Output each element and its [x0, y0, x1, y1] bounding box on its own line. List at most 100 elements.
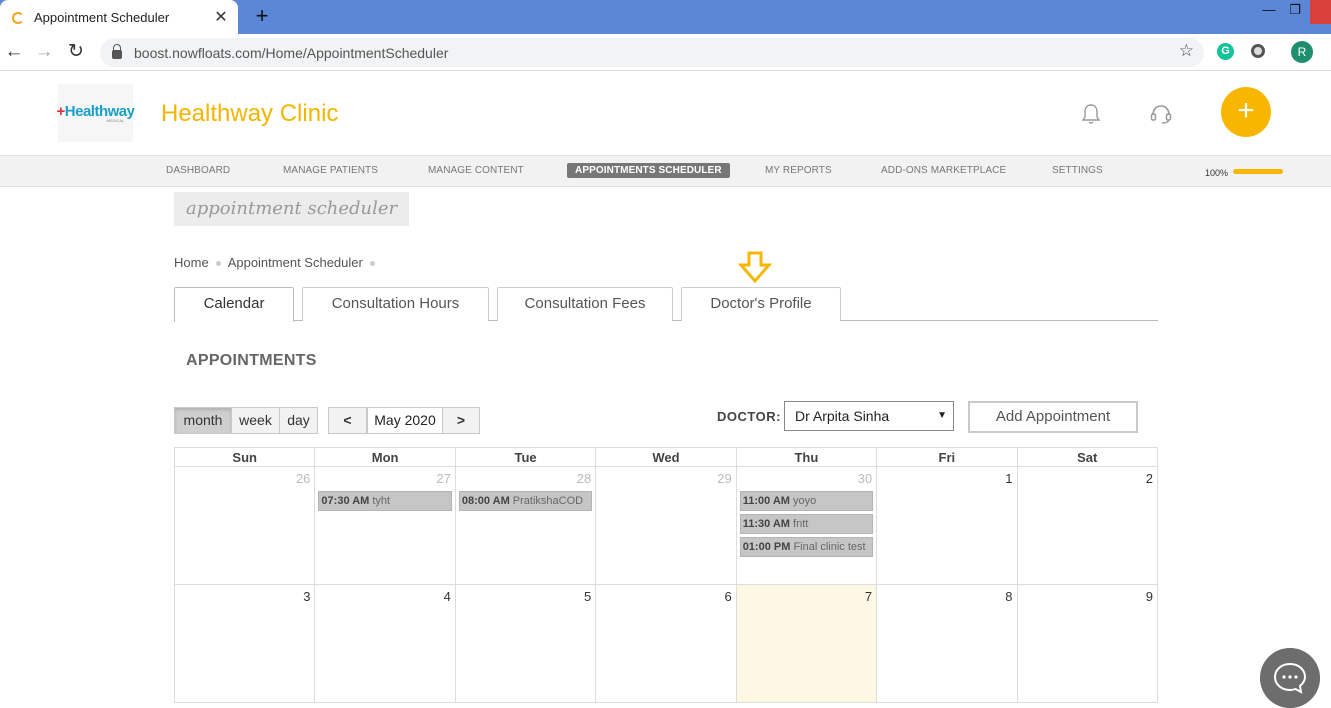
clinic-name: Healthway Clinic	[161, 100, 339, 127]
view-day-button[interactable]: day	[279, 407, 318, 434]
calendar-day[interactable]: 27 07:30 AM tyht	[315, 467, 456, 585]
calendar-day[interactable]: 30 11:00 AM yoyo 11:30 AM fntt 01:00 PM Fin…	[736, 467, 878, 585]
nav-manage-patients[interactable]: MANAGE PATIENTS	[283, 165, 378, 176]
nav-my-reports[interactable]: MY REPORTS	[765, 165, 832, 176]
breadcrumb-separator	[369, 261, 375, 266]
calendar-day[interactable]: 28 08:00 AM PratikshaCOD	[455, 467, 597, 585]
appointment-event[interactable]: 11:00 AM yoyo	[739, 491, 874, 511]
back-arrow-icon[interactable]: ←	[2, 39, 26, 65]
event-title: Final clinic test	[793, 541, 866, 553]
page-title: appointment scheduler	[174, 192, 410, 226]
breadcrumb-separator	[215, 261, 221, 266]
appointment-event[interactable]: 01:00 PM Final clinic test	[739, 537, 874, 557]
calendar-day[interactable]: 6	[596, 585, 737, 703]
down-arrow-icon	[737, 251, 773, 284]
nav-dashboard[interactable]: DASHBOARD	[166, 165, 230, 176]
close-tab-icon[interactable]: ✕	[210, 7, 232, 27]
add-appointment-button[interactable]: Add Appointment	[968, 401, 1138, 433]
calendar-week: 26 27 07:30 AM tyht 28 08:00 AM PratikshaCOD…	[174, 467, 1158, 585]
event-title: PratikshaCOD	[512, 495, 584, 507]
url-text: boost.nowfloats.com/Home/AppointmentSche…	[134, 44, 449, 61]
site-favicon-icon	[12, 11, 24, 24]
dropdown-caret-icon: ▼	[937, 410, 947, 421]
event-time: 11:00 AM	[742, 495, 790, 507]
calendar-day[interactable]: 8	[877, 585, 1018, 703]
main-nav: DASHBOARD MANAGE PATIENTS MANAGE CONTENT…	[0, 155, 1331, 187]
weekday-tue: Tue	[455, 448, 597, 467]
day-number: 3	[303, 589, 311, 604]
close-window-icon[interactable]	[1310, 0, 1331, 24]
nav-addons-marketplace[interactable]: ADD-ONS MARKETPLACE	[881, 165, 1006, 176]
calendar-day[interactable]: 2	[1017, 467, 1158, 585]
calendar-day[interactable]: 29	[596, 467, 737, 585]
day-number: 9	[1145, 589, 1153, 604]
appointment-event[interactable]: 08:00 AM PratikshaCOD	[458, 491, 593, 511]
url-field[interactable]: boost.nowfloats.com/Home/AppointmentSche…	[100, 38, 1204, 67]
tab-consultation-hours[interactable]: Consultation Hours	[302, 287, 489, 321]
doctor-select-value: Dr Arpita Sinha	[795, 408, 890, 424]
calendar-weekday-header: Sun Mon Tue Wed Thu Fri Sat	[174, 447, 1158, 467]
day-number: 27	[436, 471, 451, 486]
breadcrumb-current[interactable]: Appointment Scheduler	[228, 255, 363, 270]
weekday-wed: Wed	[596, 448, 737, 467]
next-month-button[interactable]: >	[442, 407, 480, 434]
day-number: 2	[1145, 471, 1153, 486]
doctor-label: DOCTOR:	[717, 409, 781, 424]
view-week-button[interactable]: week	[231, 407, 280, 434]
nav-manage-content[interactable]: MANAGE CONTENT	[428, 165, 524, 176]
browser-tab[interactable]: Appointment Scheduler ✕	[0, 0, 238, 34]
profile-progress-fill	[1233, 169, 1283, 174]
nav-appointments-scheduler[interactable]: APPOINTMENTS SCHEDULER	[567, 163, 730, 178]
reload-icon[interactable]: ↻	[64, 39, 88, 65]
breadcrumb-home[interactable]: Home	[174, 255, 209, 270]
restore-window-icon[interactable]: ❐	[1284, 0, 1306, 24]
calendar-day[interactable]: 3	[175, 585, 316, 703]
new-tab-button[interactable]: +	[250, 3, 274, 29]
bookmark-star-icon[interactable]: ☆	[1179, 41, 1194, 61]
extension-icon[interactable]	[1251, 44, 1265, 58]
day-number: 8	[1005, 589, 1013, 604]
nav-settings[interactable]: SETTINGS	[1052, 165, 1103, 176]
calendar-day[interactable]: 4	[315, 585, 456, 703]
view-month-button[interactable]: month	[174, 407, 232, 434]
profile-avatar[interactable]: R	[1291, 41, 1313, 63]
event-title: tyht	[372, 495, 391, 507]
weekday-sun: Sun	[175, 448, 316, 467]
weekday-sat: Sat	[1017, 448, 1158, 467]
chat-widget-icon[interactable]	[1260, 648, 1320, 708]
logo-subtext: MEDICAL	[106, 118, 125, 123]
weekday-thu: Thu	[736, 448, 878, 467]
event-time: 08:00 AM	[461, 495, 510, 507]
day-number: 1	[1005, 471, 1013, 486]
day-number: 6	[724, 589, 732, 604]
grammarly-extension-icon[interactable]: G	[1217, 43, 1234, 60]
doctor-select[interactable]: Dr Arpita Sinha ▼	[784, 401, 954, 431]
profile-progress-label: 100%	[1205, 168, 1229, 178]
calendar-day[interactable]: 5	[455, 585, 597, 703]
appointment-event[interactable]: 11:30 AM fntt	[739, 514, 874, 534]
prev-month-button[interactable]: <	[328, 407, 367, 434]
calendar-day[interactable]: 1	[877, 467, 1018, 585]
tab-calendar[interactable]: Calendar	[174, 287, 294, 322]
profile-progress-bar	[1233, 169, 1283, 174]
event-time: 01:00 PM	[742, 541, 791, 553]
quick-add-button[interactable]: +	[1221, 87, 1271, 137]
minimize-icon[interactable]: —	[1258, 0, 1280, 24]
calendar-day[interactable]: 9	[1017, 585, 1158, 703]
notification-bell-icon[interactable]	[1081, 103, 1101, 125]
weekday-mon: Mon	[315, 448, 456, 467]
calendar-day-today[interactable]: 7	[736, 585, 878, 703]
tab-consultation-fees[interactable]: Consultation Fees	[497, 287, 673, 321]
calendar-day[interactable]: 26	[175, 467, 316, 585]
tab-doctors-profile[interactable]: Doctor's Profile	[681, 287, 841, 321]
day-number: 4	[443, 589, 451, 604]
day-number: 29	[717, 471, 732, 486]
support-headset-icon[interactable]	[1149, 102, 1173, 126]
day-number: 30	[857, 471, 873, 486]
clinic-logo[interactable]: +Healthway MEDICAL	[57, 84, 135, 142]
weekday-fri: Fri	[877, 448, 1018, 467]
appointment-event[interactable]: 07:30 AM tyht	[318, 491, 452, 511]
calendar-body: 26 27 07:30 AM tyht 28 08:00 AM PratikshaCOD…	[174, 467, 1158, 703]
event-time: 11:30 AM	[742, 518, 790, 530]
forward-arrow-icon[interactable]: →	[32, 39, 56, 65]
